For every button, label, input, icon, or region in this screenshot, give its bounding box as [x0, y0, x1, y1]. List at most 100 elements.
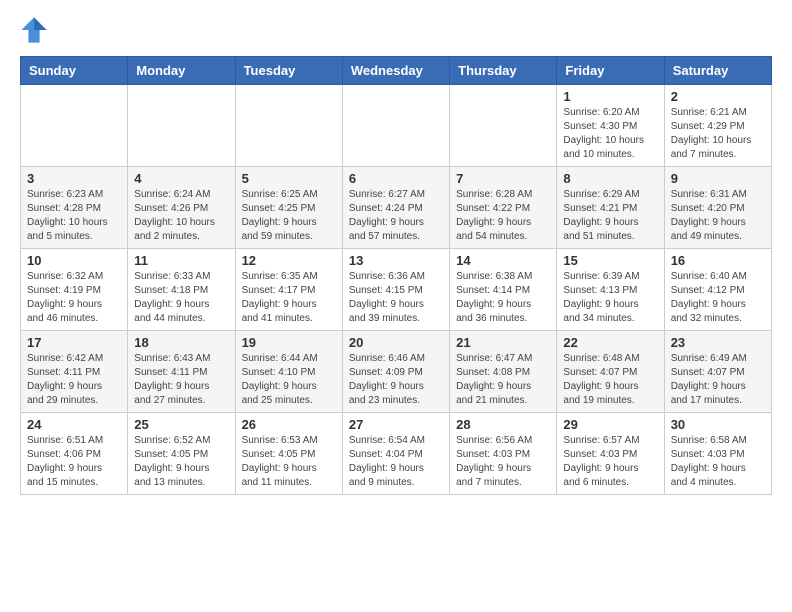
day-info: Sunrise: 6:54 AM Sunset: 4:04 PM Dayligh…	[349, 434, 443, 490]
day-number: 23	[671, 335, 765, 350]
day-cell-13: 13 Sunrise: 6:36 AM Sunset: 4:15 PM Dayli…	[342, 249, 449, 331]
calendar-body: 1Sunrise: 6:20 AM Sunset: 4:30 PM Daylig…	[21, 85, 772, 495]
day-cell-12: 12Sunrise: 6:35 AM Sunset: 4:17 PM Dayli…	[235, 249, 342, 331]
day-number: 2	[671, 89, 765, 104]
day-number: 8	[563, 171, 657, 186]
day-cell-30: 30 Sunrise: 6:58 AM Sunset: 4:03 PM Dayli…	[664, 413, 771, 495]
day-info: Sunrise: 6:47 AM Sunset: 4:08 PM Dayligh…	[456, 352, 550, 408]
day-cell-7: 7Sunrise: 6:28 AM Sunset: 4:22 PM Daylig…	[450, 167, 557, 249]
day-cell-24: 24 Sunrise: 6:51 AM Sunset: 4:06 PM Dayli…	[21, 413, 128, 495]
day-number: 28	[456, 417, 550, 432]
day-info: Sunrise: 6:21 AM Sunset: 4:29 PM Dayligh…	[671, 106, 765, 162]
day-cell-2: 2 Sunrise: 6:21 AM Sunset: 4:29 PM Daylig…	[664, 85, 771, 167]
day-number: 5	[242, 171, 336, 186]
week-row-4: 24 Sunrise: 6:51 AM Sunset: 4:06 PM Dayli…	[21, 413, 772, 495]
week-row-2: 10 Sunrise: 6:32 AM Sunset: 4:19 PM Dayli…	[21, 249, 772, 331]
day-header-wednesday: Wednesday	[342, 57, 449, 85]
day-cell-28: 28Sunrise: 6:56 AM Sunset: 4:03 PM Dayli…	[450, 413, 557, 495]
day-info: Sunrise: 6:48 AM Sunset: 4:07 PM Dayligh…	[563, 352, 657, 408]
day-header-saturday: Saturday	[664, 57, 771, 85]
day-cell-4: 4Sunrise: 6:24 AM Sunset: 4:26 PM Daylig…	[128, 167, 235, 249]
day-cell-6: 6 Sunrise: 6:27 AM Sunset: 4:24 PM Daylig…	[342, 167, 449, 249]
logo	[20, 16, 52, 44]
empty-cell	[128, 85, 235, 167]
day-cell-3: 3 Sunrise: 6:23 AM Sunset: 4:28 PM Daylig…	[21, 167, 128, 249]
day-number: 6	[349, 171, 443, 186]
page-header	[20, 16, 772, 44]
day-cell-16: 16 Sunrise: 6:40 AM Sunset: 4:12 PM Dayli…	[664, 249, 771, 331]
day-header-friday: Friday	[557, 57, 664, 85]
day-number: 21	[456, 335, 550, 350]
day-info: Sunrise: 6:40 AM Sunset: 4:12 PM Dayligh…	[671, 270, 765, 326]
day-info: Sunrise: 6:39 AM Sunset: 4:13 PM Dayligh…	[563, 270, 657, 326]
day-cell-5: 5 Sunrise: 6:25 AM Sunset: 4:25 PM Daylig…	[235, 167, 342, 249]
day-info: Sunrise: 6:25 AM Sunset: 4:25 PM Dayligh…	[242, 188, 336, 244]
day-info: Sunrise: 6:28 AM Sunset: 4:22 PM Dayligh…	[456, 188, 550, 244]
day-cell-15: 15 Sunrise: 6:39 AM Sunset: 4:13 PM Dayli…	[557, 249, 664, 331]
day-cell-19: 19 Sunrise: 6:44 AM Sunset: 4:10 PM Dayli…	[235, 331, 342, 413]
day-cell-14: 14 Sunrise: 6:38 AM Sunset: 4:14 PM Dayli…	[450, 249, 557, 331]
day-number: 25	[134, 417, 228, 432]
day-info: Sunrise: 6:38 AM Sunset: 4:14 PM Dayligh…	[456, 270, 550, 326]
day-info: Sunrise: 6:57 AM Sunset: 4:03 PM Dayligh…	[563, 434, 657, 490]
day-number: 16	[671, 253, 765, 268]
day-number: 17	[27, 335, 121, 350]
day-info: Sunrise: 6:32 AM Sunset: 4:19 PM Dayligh…	[27, 270, 121, 326]
day-number: 22	[563, 335, 657, 350]
day-number: 3	[27, 171, 121, 186]
day-header-sunday: Sunday	[21, 57, 128, 85]
day-cell-9: 9Sunrise: 6:31 AM Sunset: 4:20 PM Daylig…	[664, 167, 771, 249]
day-cell-10: 10 Sunrise: 6:32 AM Sunset: 4:19 PM Dayli…	[21, 249, 128, 331]
day-cell-1: 1Sunrise: 6:20 AM Sunset: 4:30 PM Daylig…	[557, 85, 664, 167]
day-info: Sunrise: 6:31 AM Sunset: 4:20 PM Dayligh…	[671, 188, 765, 244]
day-info: Sunrise: 6:51 AM Sunset: 4:06 PM Dayligh…	[27, 434, 121, 490]
day-info: Sunrise: 6:23 AM Sunset: 4:28 PM Dayligh…	[27, 188, 121, 244]
day-info: Sunrise: 6:42 AM Sunset: 4:11 PM Dayligh…	[27, 352, 121, 408]
day-header-tuesday: Tuesday	[235, 57, 342, 85]
day-info: Sunrise: 6:52 AM Sunset: 4:05 PM Dayligh…	[134, 434, 228, 490]
day-cell-20: 20Sunrise: 6:46 AM Sunset: 4:09 PM Dayli…	[342, 331, 449, 413]
empty-cell	[235, 85, 342, 167]
day-info: Sunrise: 6:36 AM Sunset: 4:15 PM Dayligh…	[349, 270, 443, 326]
day-cell-18: 18 Sunrise: 6:43 AM Sunset: 4:11 PM Dayli…	[128, 331, 235, 413]
day-info: Sunrise: 6:49 AM Sunset: 4:07 PM Dayligh…	[671, 352, 765, 408]
day-number: 15	[563, 253, 657, 268]
day-cell-8: 8 Sunrise: 6:29 AM Sunset: 4:21 PM Daylig…	[557, 167, 664, 249]
logo-icon	[20, 16, 48, 44]
week-row-3: 17 Sunrise: 6:42 AM Sunset: 4:11 PM Dayli…	[21, 331, 772, 413]
day-number: 18	[134, 335, 228, 350]
days-of-week-row: SundayMondayTuesdayWednesdayThursdayFrid…	[21, 57, 772, 85]
day-cell-26: 26 Sunrise: 6:53 AM Sunset: 4:05 PM Dayli…	[235, 413, 342, 495]
day-number: 10	[27, 253, 121, 268]
day-cell-17: 17 Sunrise: 6:42 AM Sunset: 4:11 PM Dayli…	[21, 331, 128, 413]
day-info: Sunrise: 6:44 AM Sunset: 4:10 PM Dayligh…	[242, 352, 336, 408]
day-cell-29: 29 Sunrise: 6:57 AM Sunset: 4:03 PM Dayli…	[557, 413, 664, 495]
day-info: Sunrise: 6:53 AM Sunset: 4:05 PM Dayligh…	[242, 434, 336, 490]
day-cell-21: 21 Sunrise: 6:47 AM Sunset: 4:08 PM Dayli…	[450, 331, 557, 413]
empty-cell	[21, 85, 128, 167]
day-number: 19	[242, 335, 336, 350]
empty-cell	[342, 85, 449, 167]
day-number: 24	[27, 417, 121, 432]
day-number: 29	[563, 417, 657, 432]
day-info: Sunrise: 6:58 AM Sunset: 4:03 PM Dayligh…	[671, 434, 765, 490]
day-number: 20	[349, 335, 443, 350]
day-number: 26	[242, 417, 336, 432]
day-number: 27	[349, 417, 443, 432]
day-number: 14	[456, 253, 550, 268]
day-cell-11: 11 Sunrise: 6:33 AM Sunset: 4:18 PM Dayli…	[128, 249, 235, 331]
day-cell-22: 22 Sunrise: 6:48 AM Sunset: 4:07 PM Dayli…	[557, 331, 664, 413]
day-info: Sunrise: 6:27 AM Sunset: 4:24 PM Dayligh…	[349, 188, 443, 244]
day-header-thursday: Thursday	[450, 57, 557, 85]
day-number: 13	[349, 253, 443, 268]
day-cell-27: 27 Sunrise: 6:54 AM Sunset: 4:04 PM Dayli…	[342, 413, 449, 495]
day-number: 30	[671, 417, 765, 432]
day-info: Sunrise: 6:29 AM Sunset: 4:21 PM Dayligh…	[563, 188, 657, 244]
day-info: Sunrise: 6:43 AM Sunset: 4:11 PM Dayligh…	[134, 352, 228, 408]
week-row-0: 1Sunrise: 6:20 AM Sunset: 4:30 PM Daylig…	[21, 85, 772, 167]
day-info: Sunrise: 6:33 AM Sunset: 4:18 PM Dayligh…	[134, 270, 228, 326]
day-number: 11	[134, 253, 228, 268]
day-info: Sunrise: 6:35 AM Sunset: 4:17 PM Dayligh…	[242, 270, 336, 326]
day-number: 1	[563, 89, 657, 104]
day-info: Sunrise: 6:24 AM Sunset: 4:26 PM Dayligh…	[134, 188, 228, 244]
